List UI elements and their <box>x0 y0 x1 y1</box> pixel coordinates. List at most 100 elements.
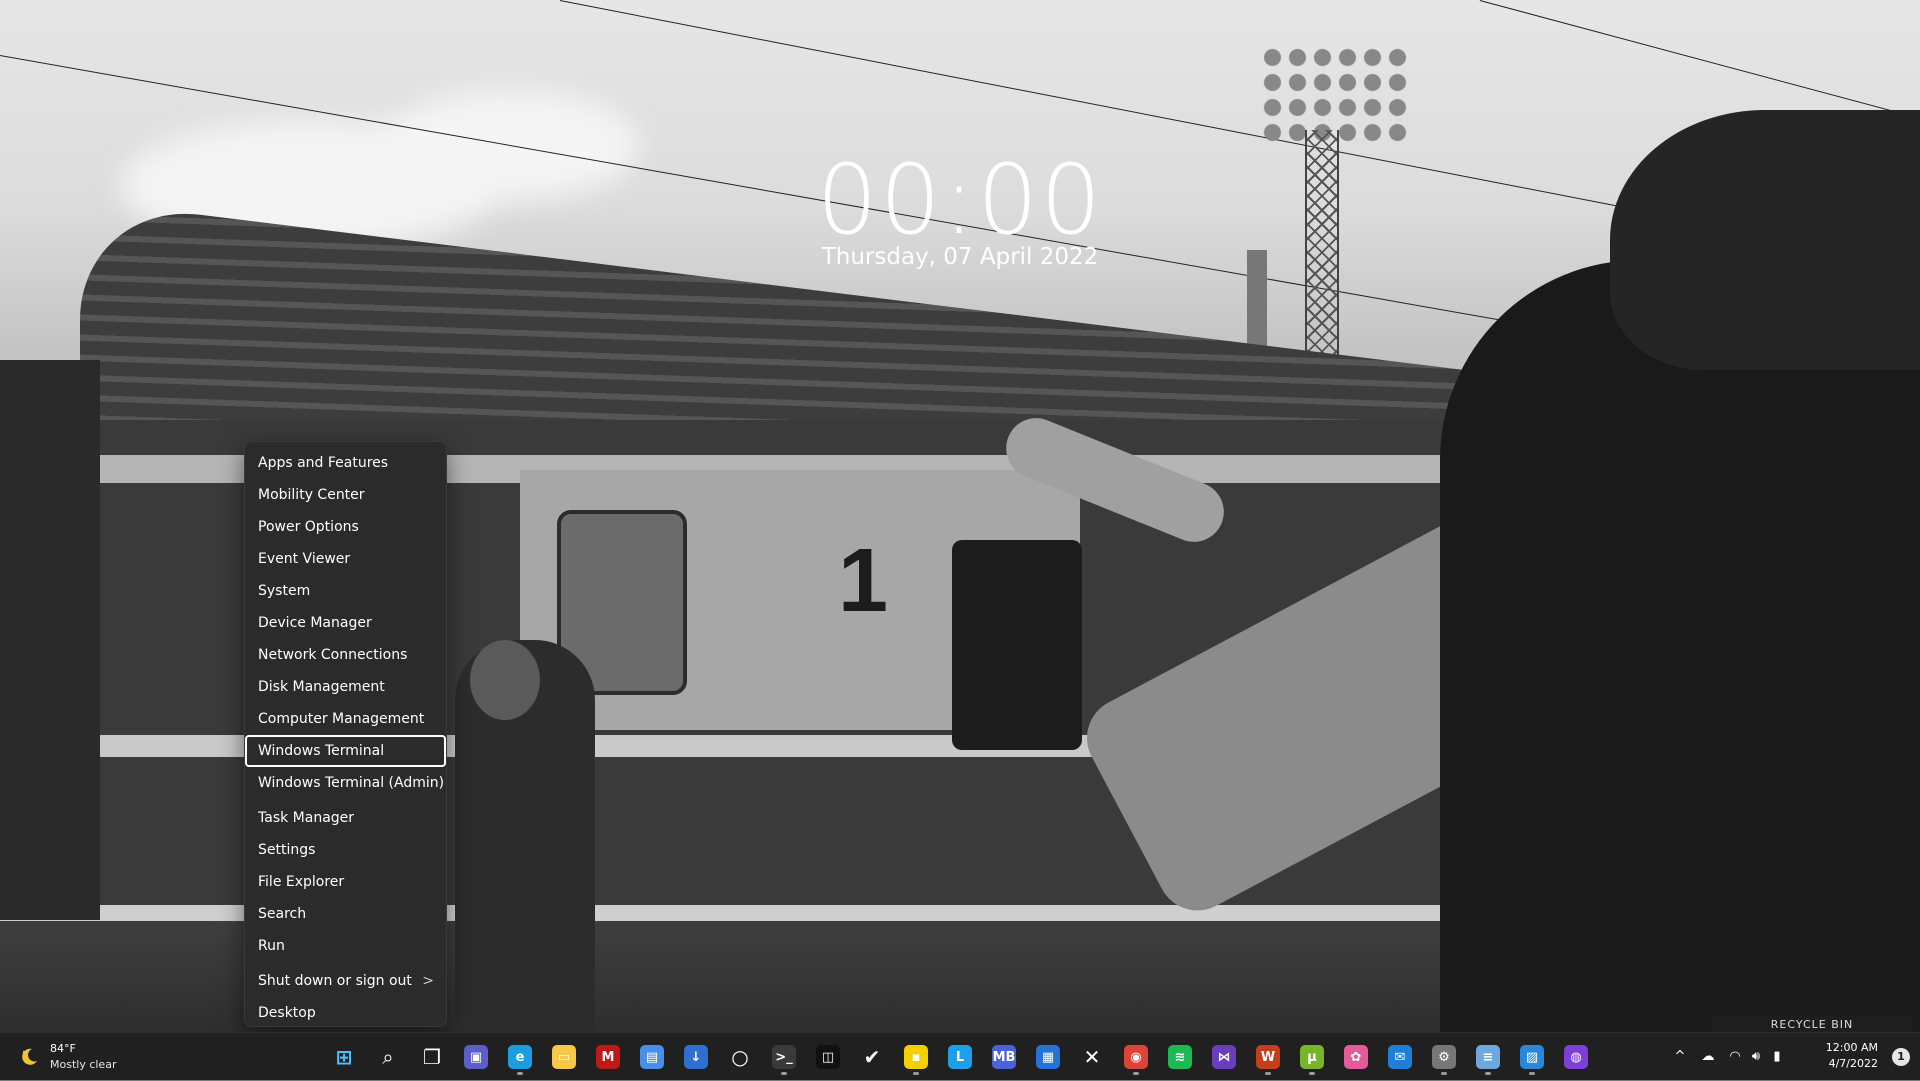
xbox-button[interactable]: ✕ <box>1074 1038 1110 1076</box>
overhead-wire <box>1479 0 1920 121</box>
folder-icon: ▭ <box>552 1045 576 1069</box>
couple-embrace <box>1440 260 1920 1032</box>
chevron-right-icon: > <box>422 973 434 989</box>
menu-item-label: File Explorer <box>258 874 345 890</box>
running-indicator <box>1309 1072 1315 1075</box>
running-indicator <box>781 1072 787 1075</box>
train-door <box>0 360 100 920</box>
volume-icon[interactable]: 🔊︎ <box>1746 1047 1766 1067</box>
start-button[interactable]: ⊞ <box>326 1038 362 1076</box>
task-view-button[interactable]: ❐ <box>414 1038 450 1076</box>
sticky-notes-icon: ▪ <box>904 1045 928 1069</box>
menu-item-settings[interactable]: Settings <box>245 834 446 866</box>
utorrent-icon: µ <box>1300 1045 1324 1069</box>
mail-button[interactable]: ✉ <box>1382 1038 1418 1076</box>
search-button[interactable]: ⌕ <box>370 1038 406 1076</box>
train-window <box>952 540 1082 750</box>
menu-item-mobility-center[interactable]: Mobility Center <box>245 479 446 511</box>
menu-item-event-viewer[interactable]: Event Viewer <box>245 543 446 575</box>
photos-button[interactable]: ▨ <box>1514 1038 1550 1076</box>
terminal-button[interactable]: >_ <box>766 1038 802 1076</box>
cortana-button[interactable]: ○ <box>722 1038 758 1076</box>
menu-item-apps-and-features[interactable]: Apps and Features <box>245 447 446 479</box>
clock-time: 00:00 <box>816 144 1104 256</box>
store-icon: ▤ <box>640 1045 664 1069</box>
menu-item-device-manager[interactable]: Device Manager <box>245 607 446 639</box>
running-indicator <box>1133 1072 1139 1075</box>
paint-button[interactable]: ✿ <box>1338 1038 1374 1076</box>
office-w-icon: W <box>1256 1045 1280 1069</box>
terminal-icon: >_ <box>772 1045 796 1069</box>
battery-icon[interactable]: ▮ <box>1767 1047 1787 1067</box>
menu-item-label: Windows Terminal <box>258 743 385 759</box>
menu-item-label: Desktop <box>258 1005 316 1021</box>
mcafee-button[interactable]: M <box>590 1038 626 1076</box>
roblox-button[interactable]: ◫ <box>810 1038 846 1076</box>
store-button[interactable]: ▤ <box>634 1038 670 1076</box>
menu-item-label: Apps and Features <box>258 455 389 471</box>
chrome-button[interactable]: ◉ <box>1118 1038 1154 1076</box>
l-app-button[interactable]: L <box>942 1038 978 1076</box>
teams-chat-icon: ▣ <box>464 1045 488 1069</box>
menu-item-label: Device Manager <box>258 615 372 631</box>
menu-item-network-connections[interactable]: Network Connections <box>245 639 446 671</box>
menu-item-task-manager[interactable]: Task Manager <box>245 802 446 834</box>
calendar-button[interactable]: ▦ <box>1030 1038 1066 1076</box>
search-icon: ⌕ <box>382 1045 394 1069</box>
menu-item-label: Network Connections <box>258 647 408 663</box>
menu-item-label: System <box>258 583 311 599</box>
menu-item-system[interactable]: System <box>245 575 446 607</box>
menu-item-label: Shut down or sign out <box>258 973 412 989</box>
mb-app-button[interactable]: MB <box>986 1038 1022 1076</box>
menu-item-label: Task Manager <box>258 810 355 826</box>
running-indicator <box>913 1072 919 1075</box>
xbox-x-icon: ✕ <box>1083 1045 1101 1069</box>
taskbar-app-list: ⊞ ⌕ ❐ ▣ e ▭ M ▤ ↓ ○ >_ ◫ ✔ ▪ L MB ▦ ✕ ◉ ≋ ⋈ Wµ ✿ ✉ ⚙ ≡ ▨ ◍ <box>326 1038 1594 1076</box>
calendar-icon: ▦ <box>1036 1045 1060 1069</box>
menu-item-disk-management[interactable]: Disk Management <box>245 671 446 703</box>
winx-quick-link-menu: Apps and Features Mobility Center Power Op… <box>244 441 447 1027</box>
file-explorer-button[interactable]: ▭ <box>546 1038 582 1076</box>
menu-item-windows-terminal-admin[interactable]: Windows Terminal (Admin) <box>245 767 446 799</box>
menu-item-search[interactable]: Search <box>245 898 446 930</box>
visual-studio-button[interactable]: ⋈ <box>1206 1038 1242 1076</box>
menu-item-desktop[interactable]: Desktop <box>245 997 446 1029</box>
menu-item-shut-down-or-sign-out[interactable]: Shut down or sign out > <box>245 965 446 997</box>
wifi-icon[interactable]: ◠ <box>1725 1047 1745 1067</box>
menu-item-label: Settings <box>258 842 316 858</box>
notepad-button[interactable]: ≡ <box>1470 1038 1506 1076</box>
onedrive-cloud-icon[interactable]: ☁ <box>1698 1047 1718 1067</box>
sticky-notes-button[interactable]: ▪ <box>898 1038 934 1076</box>
visual-studio-icon: ⋈ <box>1212 1045 1236 1069</box>
menu-item-computer-management[interactable]: Computer Management <box>245 703 446 735</box>
recycle-bin-label[interactable]: RECYCLE BIN <box>1712 1016 1912 1032</box>
menu-item-run[interactable]: Run <box>245 930 446 962</box>
train-car-number: 1 <box>838 531 889 631</box>
spotify-button[interactable]: ≋ <box>1162 1038 1198 1076</box>
utorrent-button[interactable]: µ <box>1294 1038 1330 1076</box>
edge-button[interactable]: e <box>502 1038 538 1076</box>
menu-item-file-explorer[interactable]: File Explorer <box>245 866 446 898</box>
menu-item-label: Disk Management <box>258 679 385 695</box>
running-indicator <box>1485 1072 1491 1075</box>
notification-badge[interactable]: 1 <box>1892 1048 1910 1066</box>
spotify-icon: ≋ <box>1168 1045 1192 1069</box>
photos-icon: ▨ <box>1520 1045 1544 1069</box>
menu-item-windows-terminal[interactable]: Windows Terminal <box>245 735 446 767</box>
weather-condition: Mostly clear <box>50 1058 117 1071</box>
app-installer-button[interactable]: ↓ <box>678 1038 714 1076</box>
chrome-icon: ◉ <box>1124 1045 1148 1069</box>
menu-item-power-options[interactable]: Power Options <box>245 511 446 543</box>
system-tray: ^ ☁ ◠ 🔊︎ ▮ 12:00 AM 4/7/2022 1 <box>1670 1033 1920 1081</box>
github-button[interactable]: ◍ <box>1558 1038 1594 1076</box>
menu-item-label: Windows Terminal (Admin) <box>258 775 445 791</box>
office-button[interactable]: W <box>1250 1038 1286 1076</box>
taskbar-clock[interactable]: 12:00 AM 4/7/2022 <box>1826 1040 1878 1072</box>
tray-overflow-chevron-icon[interactable]: ^ <box>1670 1047 1690 1067</box>
running-indicator <box>1441 1072 1447 1075</box>
teams-chat-button[interactable]: ▣ <box>458 1038 494 1076</box>
settings-button[interactable]: ⚙ <box>1426 1038 1462 1076</box>
menu-item-label: Search <box>258 906 307 922</box>
man-head <box>470 640 540 720</box>
todo-button[interactable]: ✔ <box>854 1038 890 1076</box>
